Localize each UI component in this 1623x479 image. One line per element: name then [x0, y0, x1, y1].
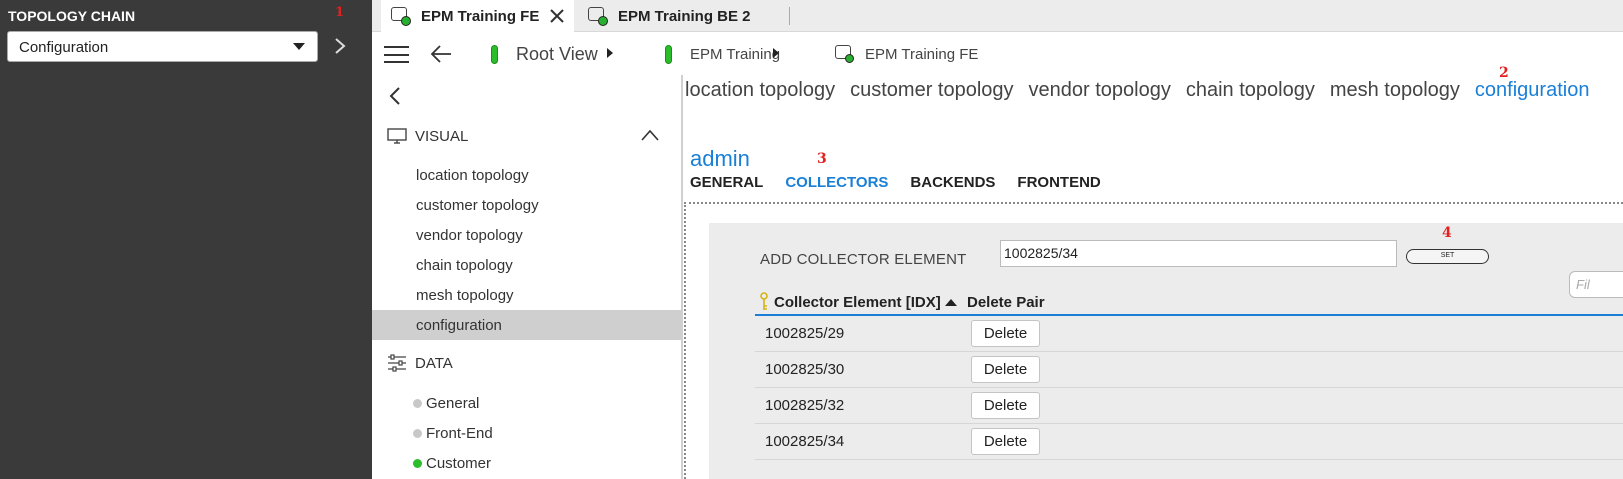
sidebar-item-configuration[interactable]: configuration	[372, 310, 681, 340]
sidebar-item-mesh-topology[interactable]: mesh topology	[372, 280, 681, 310]
chevron-left-icon[interactable]	[389, 86, 401, 106]
breadcrumb-label: EPM Training FE	[865, 45, 979, 63]
annotation-3: 3	[817, 151, 827, 167]
sidebar-item-label: chain topology	[416, 256, 513, 274]
breadcrumb-root-view[interactable]: Root View	[491, 33, 598, 75]
column-header-collector-element[interactable]: Collector Element [IDX]	[774, 294, 941, 311]
collectors-panel: ADD COLLECTOR ELEMENT 1002825/34 4 SET F…	[709, 223, 1623, 479]
hamburger-menu-icon[interactable]	[384, 46, 409, 63]
sidebar-item-chain-topology[interactable]: chain topology	[372, 250, 681, 280]
topology-chain-panel: TOPOLOGY CHAIN 1 Configuration	[0, 0, 372, 479]
sidebar-item-customer[interactable]: Customer	[372, 448, 681, 478]
set-button[interactable]: SET	[1406, 249, 1489, 264]
tab-frontend[interactable]: FRONTEND	[1017, 174, 1100, 191]
sliders-icon	[388, 354, 406, 372]
node-icon	[588, 7, 608, 26]
status-pill-icon	[491, 44, 498, 64]
tab-epm-training-fe[interactable]: EPM Training FE	[381, 0, 574, 32]
collector-element-cell: 1002825/32	[765, 397, 845, 414]
column-header-delete-pair[interactable]: Delete Pair	[967, 294, 1045, 311]
topology-select-value: Configuration	[19, 39, 109, 56]
collector-element-cell: 1002825/29	[765, 325, 845, 342]
table-row: 1002825/30 Delete	[755, 352, 1623, 388]
add-collector-label: ADD COLLECTOR ELEMENT	[760, 251, 967, 268]
chevron-up-icon[interactable]	[641, 129, 659, 141]
table-row: 1002825/32 Delete	[755, 388, 1623, 424]
table-header: Collector Element [IDX] Delete Pair	[755, 292, 1623, 316]
sort-ascending-icon[interactable]	[945, 299, 957, 306]
tab-label: EPM Training BE 2	[618, 7, 751, 25]
breadcrumb-epm-training-fe[interactable]: EPM Training FE	[835, 33, 978, 75]
sidebar-item-label: location topology	[416, 166, 529, 184]
sidebar-item-location-topology[interactable]: location topology	[372, 160, 681, 190]
delete-button[interactable]: Delete	[971, 428, 1040, 455]
status-pill-icon	[665, 44, 672, 64]
tab-backends[interactable]: BACKENDS	[910, 174, 995, 191]
sidebar-item-front-end[interactable]: Front-End	[372, 418, 681, 448]
tab-collectors[interactable]: COLLECTORS	[785, 174, 888, 191]
page-title: admin	[690, 146, 750, 171]
tab-bar: EPM Training FE EPM Training BE 2	[372, 0, 1623, 32]
node-icon	[835, 45, 855, 63]
tab-epm-training-be2[interactable]: EPM Training BE 2	[574, 0, 790, 32]
sidebar-item-customer-topology[interactable]: customer topology	[372, 190, 681, 220]
section-data-label: DATA	[415, 354, 453, 372]
sidebar-item-vendor-topology[interactable]: vendor topology	[372, 220, 681, 250]
topology-tabs: location topology customer topology vend…	[685, 79, 1604, 102]
close-icon[interactable]	[548, 7, 566, 25]
tab-location-topology[interactable]: location topology	[685, 79, 835, 102]
panel-title: TOPOLOGY CHAIN	[8, 8, 136, 24]
tab-customer-topology[interactable]: customer topology	[850, 79, 1013, 102]
dropdown-caret-icon	[293, 43, 305, 50]
sidebar-item-label: Front-End	[426, 424, 493, 442]
tab-label: EPM Training FE	[421, 7, 540, 25]
monitor-icon	[387, 128, 407, 144]
collector-element-cell: 1002825/30	[765, 361, 845, 378]
config-sub-tabs: GENERAL COLLECTORS BACKENDS FRONTEND	[690, 174, 1123, 191]
tab-general[interactable]: GENERAL	[690, 174, 763, 191]
sidebar-item-label: Customer	[426, 454, 492, 472]
annotation-4: 4	[1442, 225, 1452, 241]
delete-button[interactable]: Delete	[971, 356, 1040, 383]
status-dot-icon	[413, 459, 422, 468]
main-content: location topology customer topology vend…	[683, 65, 1623, 479]
delete-button[interactable]: Delete	[971, 392, 1040, 419]
breadcrumb-label: Root View	[516, 43, 598, 64]
node-icon	[391, 7, 411, 26]
key-icon	[760, 292, 768, 310]
table-row: 1002825/29 Delete	[755, 316, 1623, 352]
breadcrumb-label: EPM Training	[690, 45, 781, 63]
sidebar-item-general[interactable]: General	[372, 388, 681, 418]
back-arrow-icon[interactable]	[430, 44, 452, 64]
section-visual[interactable]: VISUAL	[387, 125, 468, 147]
status-dot-icon	[413, 399, 422, 408]
add-collector-input[interactable]: 1002825/34	[1000, 240, 1397, 267]
tab-separator	[789, 7, 790, 25]
status-dot-icon	[413, 429, 422, 438]
topology-select[interactable]: Configuration	[7, 31, 318, 62]
breadcrumb-separator-icon	[773, 48, 779, 58]
table-row: 1002825/34 Delete	[755, 424, 1623, 460]
breadcrumb-epm-training[interactable]: EPM Training	[665, 33, 780, 75]
sidebar-item-label: configuration	[416, 316, 502, 334]
tab-vendor-topology[interactable]: vendor topology	[1029, 79, 1171, 102]
tab-mesh-topology[interactable]: mesh topology	[1330, 79, 1460, 102]
breadcrumb-separator-icon	[607, 48, 613, 58]
tab-configuration[interactable]: configuration	[1475, 79, 1590, 102]
sidebar-item-label: General	[426, 394, 480, 412]
sidebar-item-label: customer topology	[416, 196, 539, 214]
breadcrumb: Root View EPM Training EPM Training FE	[372, 33, 1623, 75]
annotation-1: 1	[335, 5, 345, 20]
chevron-right-icon[interactable]	[334, 37, 346, 55]
section-data[interactable]: DATA	[387, 352, 453, 374]
sidebar-item-label: mesh topology	[416, 286, 514, 304]
collector-element-cell: 1002825/34	[765, 433, 845, 450]
tab-chain-topology[interactable]: chain topology	[1186, 79, 1315, 102]
side-navigation: VISUAL location topology customer topolo…	[372, 75, 683, 479]
delete-button[interactable]: Delete	[971, 320, 1040, 347]
sidebar-item-label: vendor topology	[416, 226, 523, 244]
annotation-2: 2	[1499, 65, 1509, 81]
section-visual-label: VISUAL	[415, 127, 469, 145]
